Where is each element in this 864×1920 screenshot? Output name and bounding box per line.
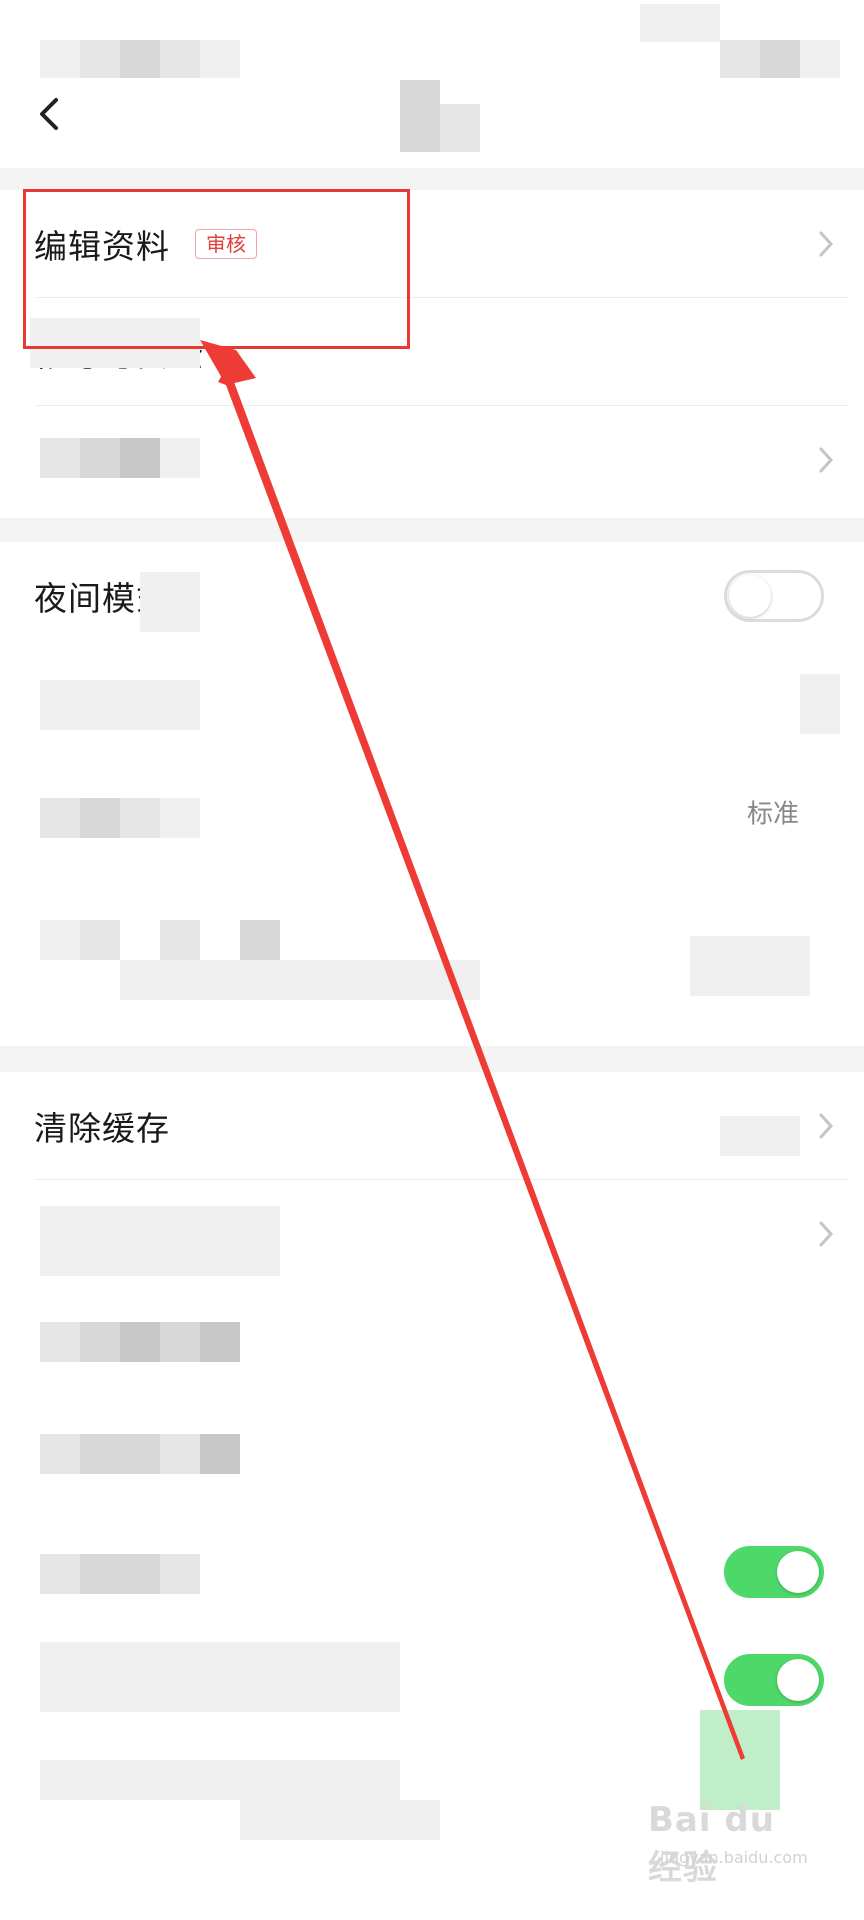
mosaic-block [40,40,80,78]
mosaic-block [160,1322,200,1362]
nav-bar [0,80,864,168]
watermark-sub: jingyan.baidu.com [660,1848,808,1867]
toggle-knob [777,1551,819,1593]
mosaic-block [160,1554,200,1594]
watermark-main: Bai du 经验 [648,1800,775,1888]
setting-row-b[interactable] [0,1410,864,1518]
mosaic-block [80,1434,120,1474]
chevron-right-icon [819,1221,834,1247]
play-network-row[interactable] [0,1180,864,1288]
highlight-box [23,189,410,349]
night-mode-row: 夜间模式 [0,542,864,650]
mosaic-block [40,438,80,478]
mosaic-block [400,80,440,152]
mosaic-block [120,1322,160,1362]
mosaic-block [40,1642,400,1712]
night-mode-toggle[interactable] [724,570,824,622]
mode-row[interactable] [0,650,864,758]
mosaic-block [120,1434,160,1474]
mosaic-block [440,104,480,152]
mosaic-block [40,1322,80,1362]
mosaic-block [720,40,760,78]
mosaic-block [160,438,200,478]
mosaic-block [200,1434,240,1474]
mosaic-block [240,920,280,960]
mosaic-block [40,1434,80,1474]
mosaic-block [120,438,160,478]
mosaic-block [40,1206,280,1276]
section-divider [0,518,864,542]
mosaic-block [200,1322,240,1362]
mosaic-block [690,936,810,996]
mosaic-block [140,572,200,632]
mosaic-block [160,920,200,960]
mosaic-block [40,680,200,730]
mosaic-block [120,798,160,838]
mosaic-block [800,674,840,734]
privacy-row[interactable] [0,406,864,514]
setting-d-toggle[interactable] [724,1654,824,1706]
mosaic-block [120,1554,160,1594]
mosaic-block [720,1116,800,1156]
mosaic-block [120,960,320,1000]
mosaic-block [80,438,120,478]
mosaic-block [700,1710,780,1810]
section-divider [0,1046,864,1072]
section-divider [0,168,864,190]
mosaic-block [80,40,120,78]
mosaic-block [160,1434,200,1474]
setting-row-a[interactable] [0,1288,864,1396]
font-size-row[interactable]: 标准 [0,758,864,866]
chevron-right-icon [819,447,834,473]
setting-row-c [0,1518,864,1626]
mosaic-block [680,4,720,42]
mosaic-block [80,1554,120,1594]
chevron-right-icon [819,231,834,257]
mosaic-block [80,920,120,960]
mosaic-block [80,798,120,838]
clear-cache-label: 清除缓存 [34,1109,170,1148]
setting-c-toggle[interactable] [724,1546,824,1598]
mosaic-block [800,40,840,78]
mosaic-block [120,40,160,78]
chevron-right-icon [819,1113,834,1139]
mosaic-block [40,920,80,960]
toggle-knob [777,1659,819,1701]
mosaic-block [240,1800,440,1840]
baidu-jingyan-watermark: Bai du 经验 jingyan.baidu.com [648,1800,818,1888]
mosaic-block [760,40,800,78]
mosaic-block [40,1554,80,1594]
mosaic-block [40,1760,400,1800]
mosaic-block [80,1322,120,1362]
mosaic-block [200,40,240,78]
mosaic-block [160,40,200,78]
status-bar [0,0,864,80]
toggle-knob [729,575,771,617]
clear-cache-row[interactable]: 清除缓存 [0,1072,864,1180]
mosaic-block [160,798,200,838]
back-arrow-icon[interactable] [36,96,60,132]
mosaic-block [640,4,680,42]
mosaic-block [320,960,480,1000]
font-size-value: 标准 [746,799,799,830]
mosaic-block [40,798,80,838]
auto-row[interactable] [0,866,864,1046]
